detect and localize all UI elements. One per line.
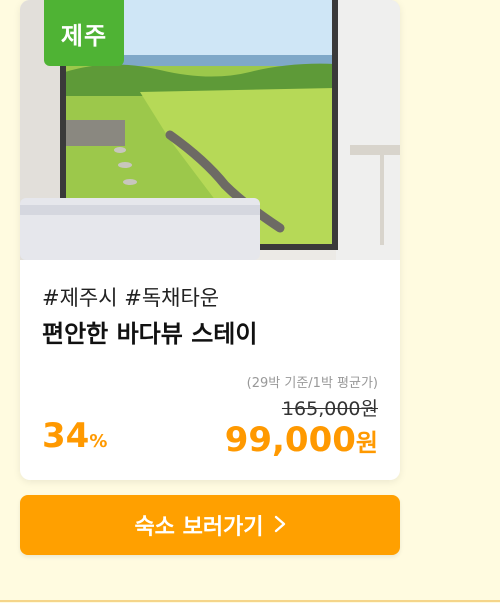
chevron-right-icon	[274, 511, 286, 539]
view-accommodation-label: 숙소 보러가기	[134, 515, 264, 540]
listing-tags: #제주시 #독채타운	[42, 286, 220, 310]
price-note: (29박 기준/1박 평균가)	[246, 376, 378, 391]
listing-card[interactable]: 제주 #제주시 #독채타운 편안한 바다뷰 스테이 (29박 기준/1박 평균가…	[20, 0, 400, 480]
sale-amount: 99,000	[224, 420, 356, 460]
sale-price: 99,000원	[225, 420, 378, 460]
bottom-divider	[0, 600, 500, 602]
view-accommodation-button[interactable]: 숙소 보러가기	[20, 495, 400, 555]
discount-unit: %	[89, 431, 108, 452]
region-badge: 제주	[44, 0, 124, 66]
listing-title: 편안한 바다뷰 스테이	[42, 320, 258, 348]
discount-number: 34	[42, 416, 90, 456]
original-price: 165,000원	[281, 398, 378, 420]
sale-unit: 원	[355, 429, 378, 457]
discount-rate: 34%	[42, 416, 107, 456]
listing-info: #제주시 #독채타운 편안한 바다뷰 스테이 (29박 기준/1박 평균가) 1…	[20, 260, 400, 480]
listing-photo[interactable]: 제주	[20, 0, 400, 260]
